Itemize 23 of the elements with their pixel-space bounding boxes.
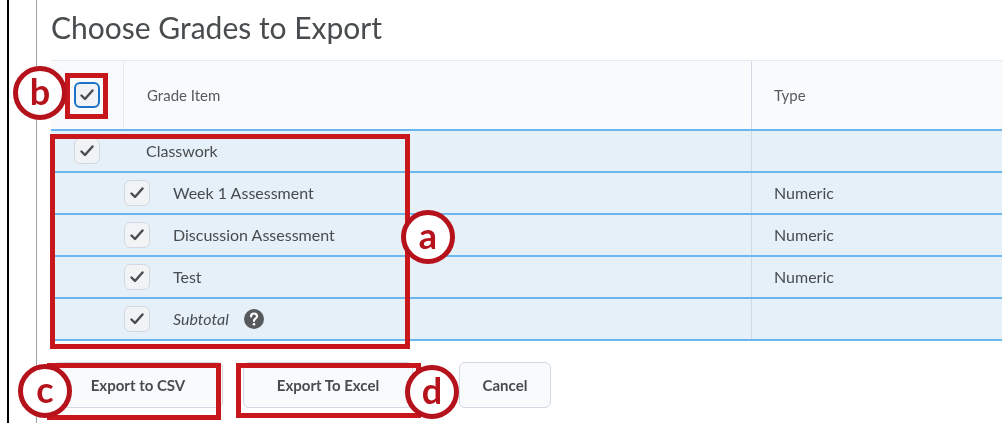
grade-item-name: Classwork (146, 140, 218, 162)
checkmark-icon (80, 145, 94, 157)
grade-item-name: Test (173, 266, 202, 288)
callout-marker: c (18, 364, 72, 418)
type-cell-text: Numeric (774, 182, 834, 204)
callout-marker: d (405, 365, 459, 419)
grade-item-name: Week 1 Assessment (173, 182, 314, 204)
type-cell-text: Numeric (774, 224, 834, 246)
checkbox[interactable] (74, 82, 100, 108)
checkmark-icon (130, 313, 144, 325)
page-title: Choose Grades to Export (51, 8, 384, 47)
checkmark-icon (130, 187, 144, 199)
column-header: Grade Item (147, 84, 221, 106)
checkmark-icon (130, 229, 144, 241)
checkmark-icon (130, 271, 144, 283)
callout-marker: b (13, 66, 67, 120)
type-cell-text: Numeric (774, 266, 834, 288)
grade-item-name: Subtotal (173, 308, 229, 330)
grade-item-name: Discussion Assessment (173, 224, 335, 246)
column-header: Type (774, 84, 806, 106)
help-icon[interactable] (243, 309, 264, 329)
cancel-button[interactable]: Cancel (459, 362, 551, 408)
checkmark-icon (80, 89, 94, 101)
